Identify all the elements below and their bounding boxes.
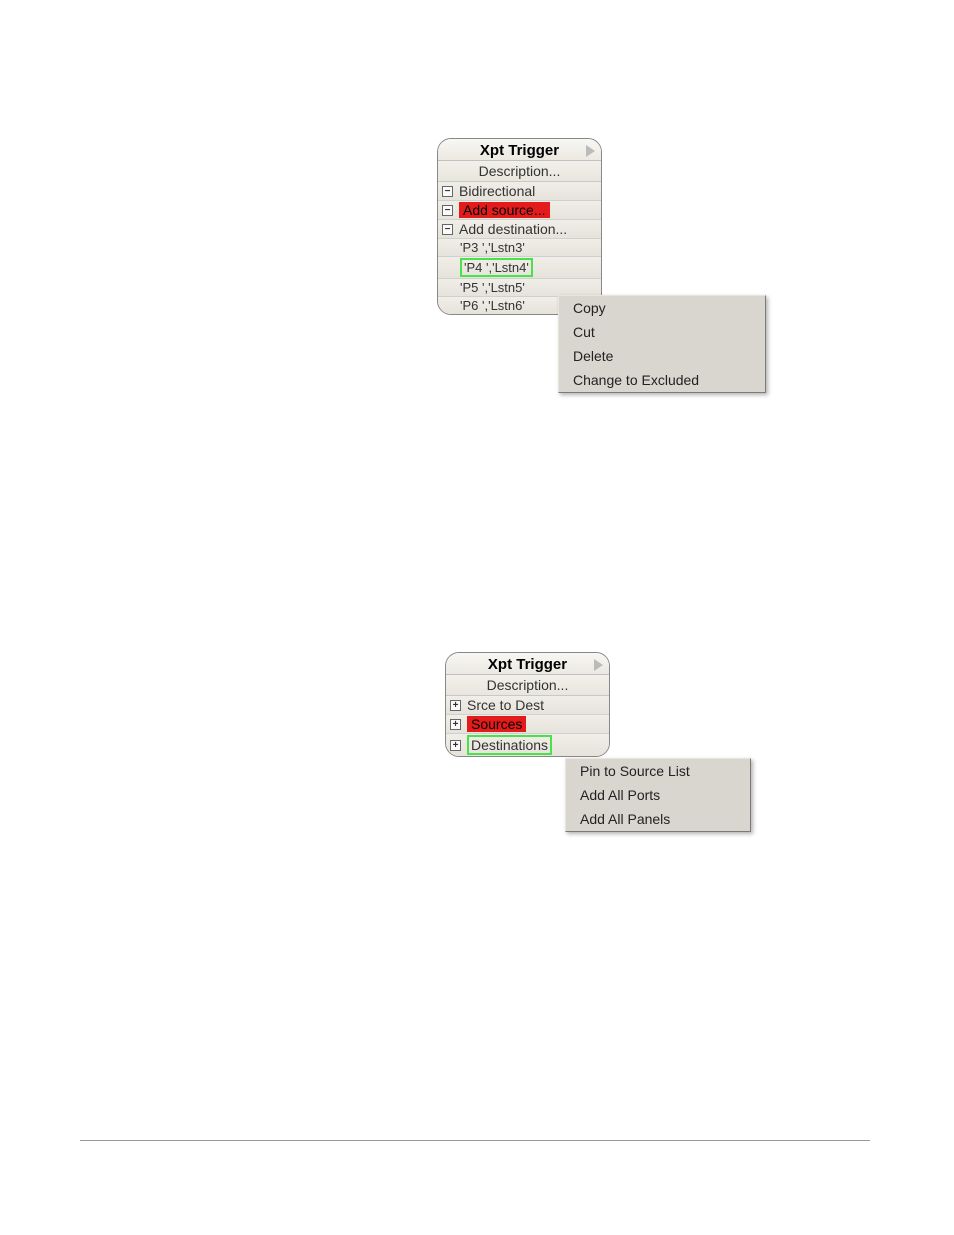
destinations-label: Destinations <box>471 737 548 753</box>
srce-to-dest-row[interactable]: + Srce to Dest <box>446 696 609 715</box>
dest-child-label-1: 'P4 ','Lstn4' <box>464 260 529 275</box>
triangle-icon[interactable] <box>594 659 603 671</box>
panel-title-text: Xpt Trigger <box>488 656 567 673</box>
panel-title: Xpt Trigger <box>438 139 601 161</box>
context-menu-2: Pin to Source List Add All Ports Add All… <box>565 758 751 832</box>
collapse-icon[interactable]: − <box>442 224 453 235</box>
triangle-icon[interactable] <box>586 145 595 157</box>
panel-description[interactable]: Description... <box>438 161 601 182</box>
sources-label: Sources <box>467 716 526 732</box>
ctx-cut[interactable]: Cut <box>559 320 765 344</box>
ctx-delete[interactable]: Delete <box>559 344 765 368</box>
xpt-trigger-panel-1: Xpt Trigger Description... − Bidirection… <box>437 138 602 315</box>
bidirectional-label: Bidirectional <box>459 183 535 199</box>
dest-child-label-0: 'P3 ','Lstn3' <box>460 240 525 255</box>
collapse-icon[interactable]: − <box>442 205 453 216</box>
panel-title-text: Xpt Trigger <box>480 142 559 159</box>
ctx-add-all-ports[interactable]: Add All Ports <box>566 783 750 807</box>
ctx-pin-source-list[interactable]: Pin to Source List <box>566 759 750 783</box>
dest-child-row-1[interactable]: 'P4 ','Lstn4' <box>438 257 601 279</box>
collapse-icon[interactable]: − <box>442 186 453 197</box>
xpt-trigger-panel-2: Xpt Trigger Description... + Srce to Des… <box>445 652 610 757</box>
context-menu-1: Copy Cut Delete Change to Excluded <box>558 295 766 393</box>
panel-description[interactable]: Description... <box>446 675 609 696</box>
expand-icon[interactable]: + <box>450 740 461 751</box>
panel-title: Xpt Trigger <box>446 653 609 675</box>
add-destination-row[interactable]: − Add destination... <box>438 220 601 239</box>
destinations-row[interactable]: + Destinations <box>446 734 609 756</box>
bidirectional-row[interactable]: − Bidirectional <box>438 182 601 201</box>
divider <box>80 1140 870 1141</box>
expand-icon[interactable]: + <box>450 700 461 711</box>
ctx-add-all-panels[interactable]: Add All Panels <box>566 807 750 831</box>
dest-child-label-3: 'P6 ','Lstn6' <box>460 298 525 313</box>
add-destination-label: Add destination... <box>459 221 567 237</box>
ctx-change-excluded[interactable]: Change to Excluded <box>559 368 765 392</box>
add-source-label: Add source... <box>459 202 550 218</box>
add-source-row[interactable]: − Add source... <box>438 201 601 220</box>
destinations-selected: Destinations <box>467 735 552 755</box>
sources-row[interactable]: + Sources <box>446 715 609 734</box>
srce-to-dest-label: Srce to Dest <box>467 697 544 713</box>
dest-child-selected: 'P4 ','Lstn4' <box>460 258 533 277</box>
expand-icon[interactable]: + <box>450 719 461 730</box>
dest-child-row-0[interactable]: 'P3 ','Lstn3' <box>438 239 601 257</box>
ctx-copy[interactable]: Copy <box>559 296 765 320</box>
dest-child-label-2: 'P5 ','Lstn5' <box>460 280 525 295</box>
